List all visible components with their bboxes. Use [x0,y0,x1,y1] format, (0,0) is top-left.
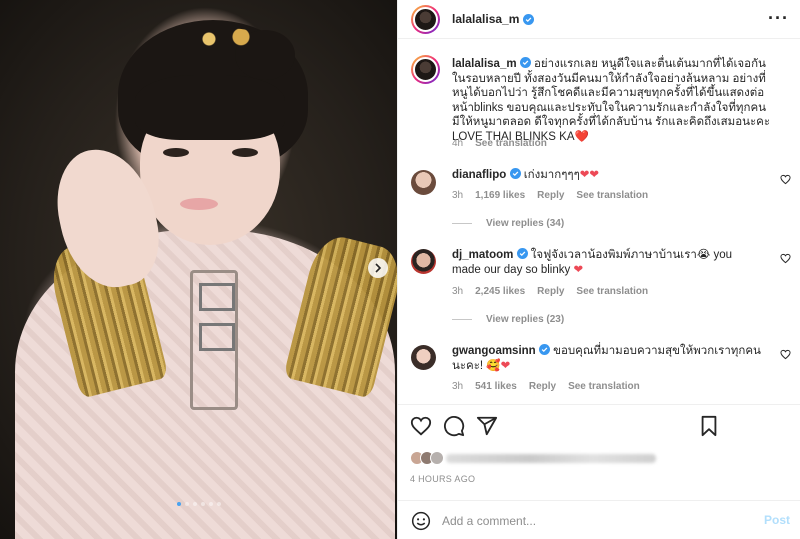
photo-eye-left [163,148,189,157]
comment-emoji: 🥰❤ [486,360,511,372]
verified-badge-icon [523,13,535,25]
smile-icon[interactable] [411,511,431,531]
comment-username[interactable]: dianaflipo [452,169,506,181]
commenter-avatar[interactable] [411,249,436,274]
verified-badge-icon [509,168,521,179]
comment-like-heart-icon[interactable] [780,174,791,185]
photo-bangs [135,75,285,140]
comment-icon[interactable] [443,415,465,437]
replies-divider [452,223,472,224]
caption-see-translation[interactable]: See translation [475,138,547,149]
comment-emoji: ❤❤ [579,169,600,181]
comments-section[interactable]: lalalalisa_m อย่างแรกเลย หนูดีใจและตื่นเ… [398,40,800,400]
caption-text: อย่างแรกเลย หนูดีใจและตื่นเต้นมากที่ได้เ… [452,58,771,143]
comment-emoji: ❤ [573,264,584,276]
carousel-dot [176,502,181,506]
comment-time: 3h [452,286,464,297]
more-options-icon[interactable]: ··· [768,9,789,27]
comment-like-heart-icon[interactable] [780,349,791,360]
comment-item: gwangoamsinn ขอบคุณที่มามอบความสุขให้พวก… [452,344,762,374]
view-replies-button[interactable]: View replies (34) [452,218,564,229]
carousel-dot [216,502,221,506]
carousel-dot [184,502,189,506]
comment-likes[interactable]: 1,169 likes [475,190,525,201]
verified-badge-icon [519,57,531,68]
carousel-indicator [0,502,397,506]
comment-text: เก่งมากๆๆๆ [523,169,580,181]
author-name[interactable]: lalalalisa_m [452,12,535,26]
carousel-dot [208,502,213,506]
author-avatar[interactable] [411,5,440,34]
comment-meta: 3h 2,245 likes Reply See translation [452,286,648,297]
liked-by-avatars[interactable] [410,451,444,465]
send-icon[interactable] [476,415,498,437]
chevron-right-icon [375,263,382,273]
liked-by-text-blurred [446,453,656,463]
comment-see-translation[interactable]: See translation [576,286,648,297]
post-detail-panel: lalalalisa_m ··· lalalalisa_m อย่างแรกเล… [397,0,800,539]
caption-author-avatar[interactable] [411,55,440,84]
bookmark-icon[interactable] [698,415,720,437]
carousel-dot [200,502,205,506]
commenter-avatar[interactable] [411,345,436,370]
comment-time: 3h [452,381,464,392]
comment-see-translation[interactable]: See translation [576,190,648,201]
comment-username[interactable]: dj_matoom [452,249,513,261]
replies-divider [452,319,472,320]
comment-reply[interactable]: Reply [529,381,556,392]
commenter-avatar[interactable] [411,170,436,195]
comment-reply[interactable]: Reply [537,190,564,201]
verified-badge-icon [516,248,528,259]
comment-like-heart-icon[interactable] [780,253,791,264]
post-photo[interactable] [0,0,397,539]
comment-see-translation[interactable]: See translation [568,381,640,392]
comment-username[interactable]: gwangoamsinn [452,345,536,357]
photo-belt-straps [190,270,238,410]
comment-likes[interactable]: 541 likes [475,381,517,392]
caption-time: 4h [452,138,464,149]
post-comment-button[interactable]: Post [764,513,790,527]
view-replies-label[interactable]: View replies (34) [486,218,564,229]
liker-avatar [430,451,444,465]
comment-item: dianaflipo เก่งมากๆๆๆ❤❤ [452,168,762,183]
comment-likes[interactable]: 2,245 likes [475,286,525,297]
post-actions-bar [398,404,800,444]
caption-username[interactable]: lalalalisa_m [452,58,517,70]
photo-eye-right [232,148,258,157]
caption-meta: 4h See translation [452,138,547,149]
comment-meta: 3h 541 likes Reply See translation [452,381,640,392]
view-replies-button[interactable]: View replies (23) [452,314,564,325]
add-comment-bar: Post [398,500,800,539]
post-caption: lalalalisa_m อย่างแรกเลย หนูดีใจและตื่นเ… [452,57,772,144]
post-timestamp[interactable]: 4 HOURS AGO [410,474,475,484]
carousel-dot [192,502,197,506]
heart-icon[interactable] [410,415,432,437]
carousel-next-button[interactable] [368,258,388,278]
author-username[interactable]: lalalalisa_m [452,12,519,26]
photo-hair-ornament [185,28,265,50]
comment-time: 3h [452,190,464,201]
caption-heart-emoji: ❤️ [574,130,589,143]
photo-lips [180,198,218,210]
comment-reply[interactable]: Reply [537,286,564,297]
view-replies-label[interactable]: View replies (23) [486,314,564,325]
liked-by-summary[interactable] [410,449,656,467]
comment-input[interactable] [442,510,742,532]
comment-item: dj_matoom ใจฟูจังเวลาน้องพิมพ์ภาษาบ้านเร… [452,248,762,278]
post-header: lalalalisa_m ··· [398,0,800,39]
comment-meta: 3h 1,169 likes Reply See translation [452,190,648,201]
verified-badge-icon [538,344,550,355]
